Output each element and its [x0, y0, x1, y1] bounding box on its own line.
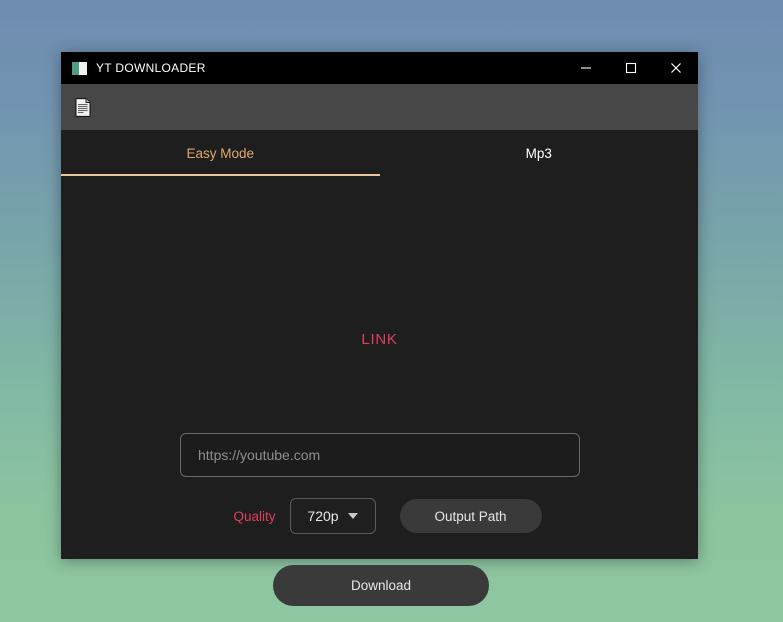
maximize-button[interactable] [608, 52, 653, 84]
document-icon [75, 97, 91, 117]
tab-easy-mode-label: Easy Mode [186, 145, 255, 161]
tab-bar: Easy Mode Mp3 [61, 130, 698, 176]
document-button[interactable] [75, 97, 91, 117]
maximize-icon [625, 62, 636, 74]
window-title: YT DOWNLOADER [96, 61, 206, 75]
title-bar-left: YT DOWNLOADER [61, 61, 563, 75]
link-label: LINK [361, 331, 398, 348]
minimize-button[interactable] [563, 52, 608, 84]
window-controls [563, 52, 698, 84]
app-window: YT DOWNLOADER Easy Mode Mp3 LINK https:/… [61, 52, 698, 606]
toolbar [61, 84, 698, 130]
tab-mp3[interactable]: Mp3 [380, 130, 699, 176]
quality-value: 720p [307, 508, 339, 524]
output-path-button[interactable]: Output Path [399, 499, 542, 533]
quality-dropdown[interactable]: 720p [289, 498, 376, 534]
tab-mp3-label: Mp3 [525, 145, 552, 161]
quality-row: Quality 720p Output Path [61, 498, 698, 534]
tab-easy-mode[interactable]: Easy Mode [61, 130, 380, 176]
download-button[interactable]: Download [273, 565, 489, 606]
close-icon [670, 63, 681, 73]
url-input[interactable] [180, 433, 580, 477]
close-button[interactable] [653, 52, 698, 84]
chevron-down-icon [347, 513, 358, 519]
window-app-icon [72, 61, 87, 75]
minimize-icon [580, 67, 591, 69]
quality-label: Quality [233, 508, 276, 524]
main-content: LINK Quality 720p Output Path Download [61, 176, 698, 606]
title-bar[interactable]: YT DOWNLOADER [61, 52, 698, 84]
